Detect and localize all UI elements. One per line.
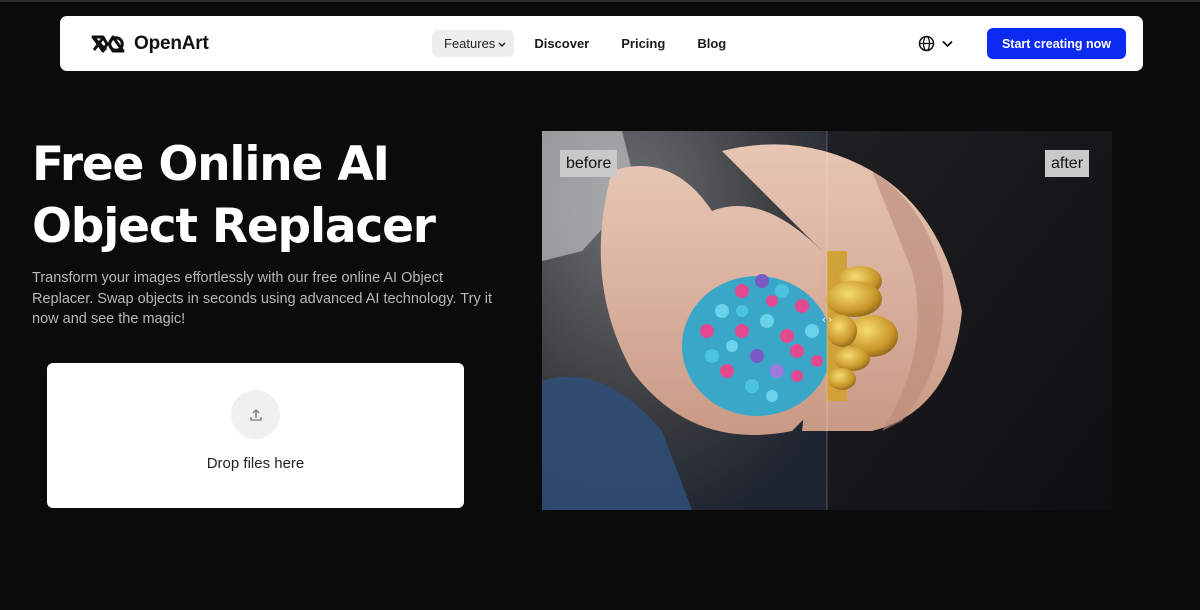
chevron-down-icon [942,40,953,47]
title-line-1: Free Online AI [32,137,390,192]
nav-item-features[interactable]: Features [432,30,515,57]
chevron-down-icon [498,36,506,51]
nav-item-label: Features [444,36,496,51]
brand-logo[interactable]: OpenArt [90,33,209,55]
nav-item-discover[interactable]: Discover [522,30,601,57]
before-label: before [560,150,618,177]
nav-item-blog[interactable]: Blog [685,30,738,57]
globe-icon [918,35,935,52]
upload-icon-wrapper [231,390,280,439]
after-label: after [1045,150,1090,177]
nav-item-label: Blog [697,36,727,51]
hero-description: Transform your images effortlessly with … [32,270,492,327]
nav-item-label: Discover [534,36,590,51]
comparison-slider-handle[interactable]: ‹ › [815,307,839,331]
top-border [0,0,1200,2]
language-selector[interactable] [918,35,953,52]
start-creating-button[interactable]: Start creating now [987,28,1126,59]
brand-name: OpenArt [134,33,209,54]
chevron-left-icon: ‹ [821,312,826,326]
title-line-2: Object Replacer [32,199,436,254]
chevron-right-icon: › [828,312,833,326]
dropzone-label: Drop files here [206,455,305,472]
before-after-comparison[interactable]: before after ‹ › [542,131,1112,510]
openart-logo-icon [91,35,125,53]
page-title: Free Online AI Object Replacer [32,134,502,258]
navbar: OpenArt Features Discover Pricing Blog S… [60,16,1143,71]
nav-item-label: Pricing [621,36,666,51]
main-menu: Features Discover Pricing Blog [432,30,738,57]
nav-item-pricing[interactable]: Pricing [609,30,677,57]
file-dropzone[interactable]: Drop files here [47,363,464,508]
upload-icon [249,408,262,421]
